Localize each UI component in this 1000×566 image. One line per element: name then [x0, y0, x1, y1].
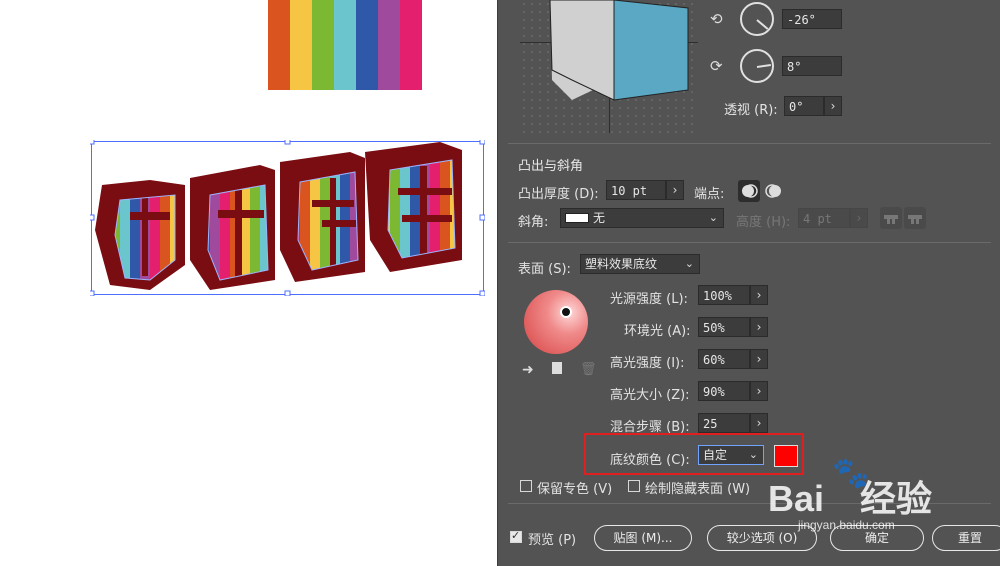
highlight-size-slider-button[interactable]: › — [750, 381, 768, 401]
blend-steps-slider-button[interactable]: › — [750, 413, 768, 433]
light-intensity-field[interactable]: 100% — [698, 285, 750, 305]
chevron-down-icon: ⌄ — [684, 257, 694, 270]
divider — [508, 242, 991, 243]
z-axis-rotation-icon: ⟳ — [710, 57, 723, 75]
bevel-select[interactable]: 无 ⌄ — [560, 208, 724, 228]
y-axis-rotation-dial[interactable] — [740, 2, 774, 36]
lighting-sphere[interactable] — [524, 290, 588, 354]
baidu-watermark-url: jingyan.baidu.com — [798, 518, 895, 532]
artboard-canvas[interactable] — [0, 0, 497, 566]
y-axis-angle-field[interactable]: -26° — [782, 9, 842, 29]
rainbow-stripe[interactable] — [400, 0, 422, 90]
3d-text-artwork[interactable] — [90, 140, 485, 296]
divider — [508, 143, 991, 144]
new-light-icon[interactable] — [552, 362, 562, 374]
bevel-height-label: 高度 (H): — [736, 215, 791, 230]
bevel-label: 斜角: — [518, 215, 549, 230]
chevron-down-icon: ⌄ — [708, 211, 718, 224]
bevel-preview-swatch — [565, 213, 589, 223]
perspective-label: 透视 (R): — [724, 103, 778, 118]
rainbow-stripe[interactable] — [290, 0, 312, 90]
bevel-extent-out-button[interactable] — [904, 207, 926, 229]
delete-light-icon[interactable]: 🗑 — [580, 362, 597, 377]
move-light-back-icon[interactable]: ➜ — [522, 362, 534, 378]
bevel-select-value: 无 — [593, 211, 606, 225]
cap-off-icon — [765, 184, 781, 198]
highlight-size-field[interactable]: 90% — [698, 381, 750, 401]
cap-on-button[interactable] — [738, 180, 760, 202]
highlight-intensity-field[interactable]: 60% — [698, 349, 750, 369]
rainbow-stripe[interactable] — [268, 0, 290, 90]
extrude-depth-label: 凸出厚度 (D): — [518, 187, 599, 202]
y-axis-rotation-icon: ⟲ — [710, 10, 723, 28]
baidu-watermark-brand: Bai 🐾 经验 — [768, 457, 933, 522]
watermark-brand2-text: 经验 — [860, 478, 933, 519]
bevel-out-icon — [908, 215, 922, 224]
shading-color-select[interactable]: 自定 ⌄ — [698, 445, 764, 465]
extrude-depth-slider-button[interactable]: › — [666, 180, 684, 200]
shading-color-swatch[interactable] — [774, 445, 798, 467]
extrude-bevel-section-title: 凸出与斜角 — [518, 159, 584, 174]
ambient-light-slider-button[interactable]: › — [750, 317, 768, 337]
map-art-button[interactable]: 贴图 (M)... — [594, 525, 692, 551]
perspective-field[interactable]: 0° — [784, 96, 824, 116]
light-intensity-slider-button[interactable]: › — [750, 285, 768, 305]
draw-hidden-faces-checkbox[interactable] — [628, 480, 640, 492]
bevel-height-field[interactable]: 4 pt — [798, 208, 850, 228]
cap-label: 端点: — [694, 187, 725, 202]
rainbow-stripe[interactable] — [312, 0, 334, 90]
rainbow-stripe[interactable] — [334, 0, 356, 90]
watermark-brand-text: Bai — [768, 478, 825, 519]
rainbow-stripe[interactable] — [378, 0, 400, 90]
surface-select-value: 塑料效果底纹 — [585, 257, 658, 271]
perspective-slider-button[interactable]: › — [824, 96, 842, 116]
ambient-light-label: 环境光 (A): — [624, 324, 691, 339]
rotation-cube[interactable] — [542, 0, 692, 105]
selection-bounding-box[interactable] — [90, 140, 485, 296]
bevel-extent-in-button[interactable] — [880, 207, 902, 229]
shading-color-label: 底纹颜色 (C): — [610, 453, 690, 468]
preview-checkbox[interactable] — [510, 529, 522, 543]
highlight-intensity-slider-button[interactable]: › — [750, 349, 768, 369]
surface-select[interactable]: 塑料效果底纹 ⌄ — [580, 254, 700, 274]
blend-steps-field[interactable]: 25 — [698, 413, 750, 433]
highlight-size-label: 高光大小 (Z): — [610, 388, 690, 403]
draw-hidden-faces-label: 绘制隐藏表面 (W) — [645, 482, 751, 497]
preview-label: 预览 (P) — [528, 533, 577, 548]
chevron-down-icon: ⌄ — [748, 448, 758, 461]
shading-color-select-value: 自定 — [703, 448, 728, 462]
preserve-spot-checkbox[interactable] — [520, 480, 532, 492]
paw-icon: 🐾 — [832, 457, 870, 490]
cap-off-button[interactable] — [762, 180, 784, 202]
surface-label: 表面 (S): — [518, 262, 571, 277]
z-axis-angle-field[interactable]: 8° — [782, 56, 842, 76]
extrude-depth-field[interactable]: 10 pt — [606, 180, 666, 200]
preserve-spot-label: 保留专色 (V) — [537, 482, 613, 497]
rainbow-stripe[interactable] — [356, 0, 378, 90]
bevel-in-icon — [884, 215, 898, 224]
cap-on-icon — [742, 184, 758, 198]
reset-button[interactable]: 重置 — [932, 525, 1000, 551]
position-preview-track[interactable] — [520, 0, 698, 135]
light-intensity-label: 光源强度 (L): — [610, 292, 688, 307]
bevel-height-slider-button[interactable]: › — [850, 208, 868, 228]
ambient-light-field[interactable]: 50% — [698, 317, 750, 337]
highlight-intensity-label: 高光强度 (I): — [610, 356, 685, 371]
3d-extrude-bevel-options-dialog: ⟲ -26° ⟳ 8° 透视 (R): 0° › 凸出与斜角 凸出厚度 (D):… — [497, 0, 1000, 566]
light-source-handle[interactable] — [560, 306, 572, 318]
z-axis-rotation-dial[interactable] — [740, 49, 774, 83]
